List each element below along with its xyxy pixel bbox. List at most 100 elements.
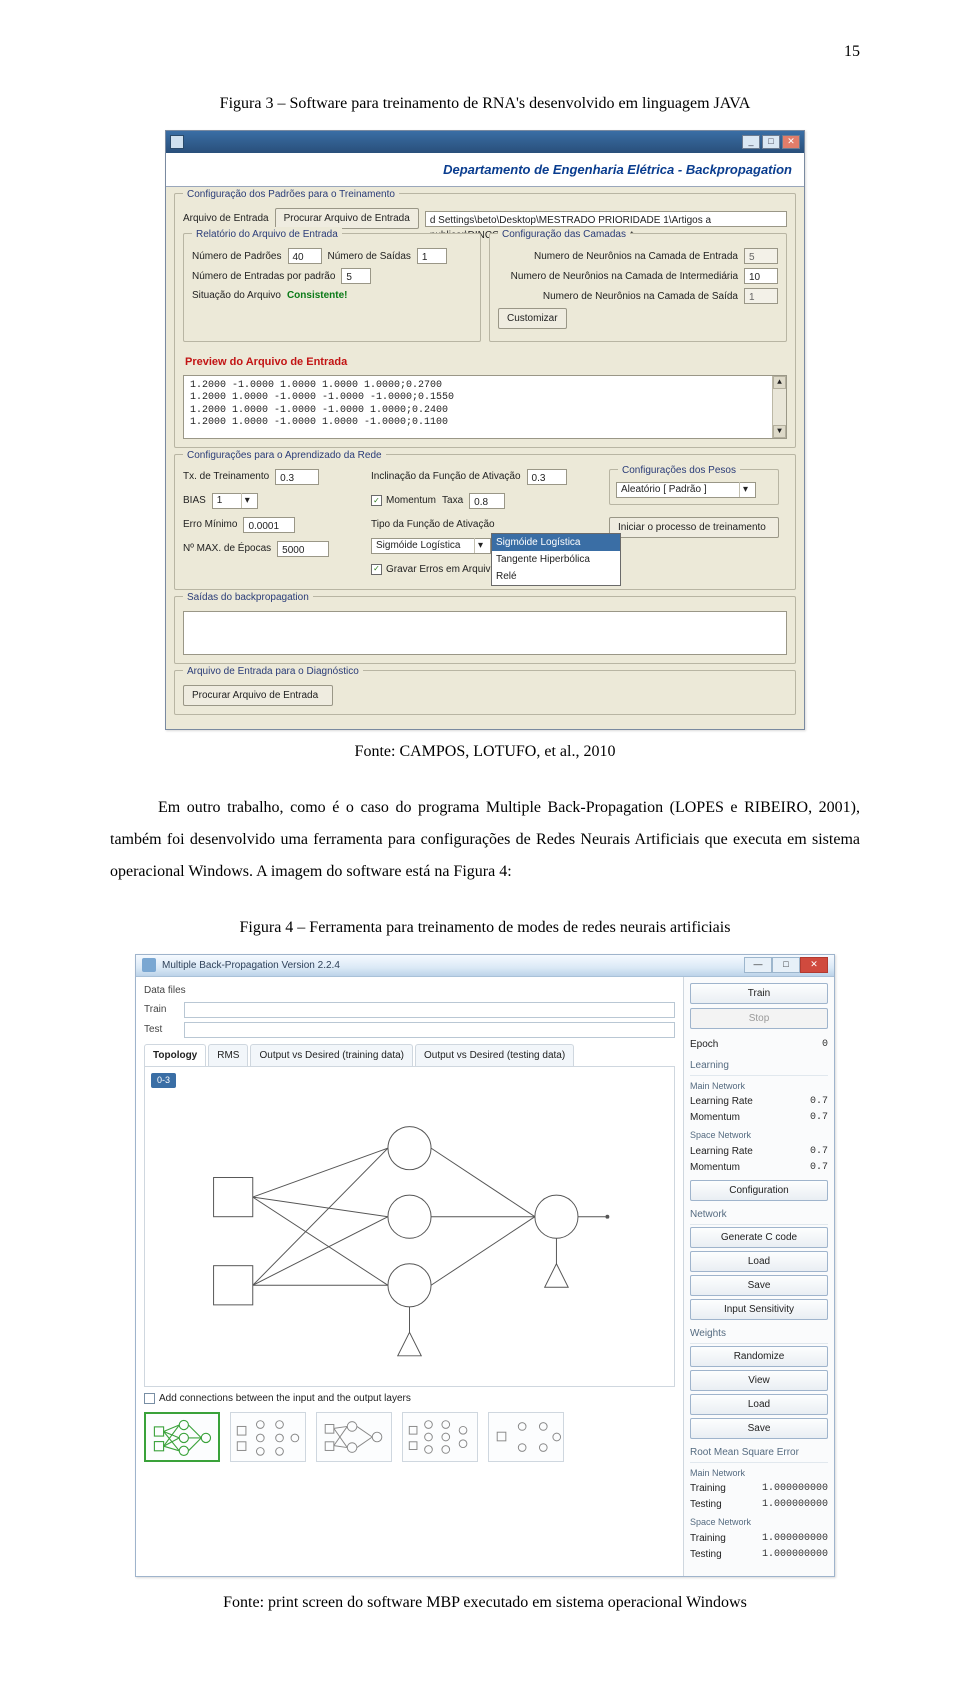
load-button[interactable]: Load — [690, 1251, 828, 1272]
scroll-up-icon[interactable]: ▲ — [773, 376, 786, 389]
checkbox-momentum[interactable]: ✓Momentum — [371, 493, 436, 508]
maximize-button[interactable]: □ — [762, 135, 780, 149]
group-camadas-legend: Configuração das Camadas — [498, 227, 630, 242]
label-add-connections: Add connections between the input and th… — [159, 1391, 411, 1406]
label-inclinacao: Inclinação da Função de Ativação — [371, 469, 521, 484]
input-taxa[interactable]: 0.8 — [469, 493, 505, 509]
preview-title: Preview do Arquivo de Entrada — [185, 354, 787, 371]
topology-canvas[interactable]: 0-3 — [144, 1067, 675, 1387]
sensitivity-button[interactable]: Input Sensitivity — [690, 1299, 828, 1320]
java-backprop-app: _ □ ✕ Departamento de Engenharia Elétric… — [165, 130, 805, 730]
label-gravar-erros: Gravar Erros em Arquivo — [386, 562, 496, 577]
label-momentum: Momentum — [386, 493, 436, 508]
value-lr-space: 0.7 — [810, 1144, 828, 1159]
value-neu-saida: 1 — [744, 288, 778, 304]
tabs: Topology RMS Output vs Desired (training… — [144, 1044, 675, 1067]
value-num-padroes: 40 — [288, 248, 322, 264]
topology-thumb[interactable] — [316, 1412, 392, 1462]
input-test-file[interactable] — [184, 1022, 675, 1038]
minimize-button[interactable]: _ — [742, 135, 760, 149]
input-tx-trein[interactable]: 0.3 — [275, 469, 319, 485]
rms-main-label: Main Network — [690, 1467, 828, 1481]
stop-button[interactable]: Stop — [690, 1008, 828, 1029]
sub-main-network: Main Network — [690, 1080, 828, 1094]
app-icon — [170, 135, 184, 149]
value-num-saidas: 1 — [417, 248, 447, 264]
topology-thumbnails — [144, 1412, 675, 1462]
minimize-button[interactable]: — — [744, 957, 772, 973]
chevron-down-icon: ▾ — [474, 538, 486, 553]
label-training: Training — [690, 1531, 726, 1546]
close-button[interactable]: ✕ — [782, 135, 800, 149]
topology-thumb[interactable] — [230, 1412, 306, 1462]
save-weights-button[interactable]: Save — [690, 1418, 828, 1439]
rms-test-main: 1.000000000 — [762, 1497, 828, 1512]
label-arquivo-entrada: Arquivo de Entrada — [183, 211, 269, 226]
input-file-path[interactable]: d Settings\beto\Desktop\MESTRADO PRIORID… — [425, 211, 787, 227]
tab-rms[interactable]: RMS — [208, 1044, 248, 1066]
train-button[interactable]: Train — [690, 983, 828, 1004]
topology-thumb[interactable] — [488, 1412, 564, 1462]
input-inclinacao[interactable]: 0.3 — [527, 469, 567, 485]
value-lr-main: 0.7 — [810, 1094, 828, 1109]
value-neu-entrada: 5 — [744, 248, 778, 264]
select-pesos[interactable]: Aleatório [ Padrão ]▾ — [616, 482, 756, 498]
label-testing: Testing — [690, 1497, 722, 1512]
tab-out-train[interactable]: Output vs Desired (training data) — [250, 1044, 413, 1066]
input-train-file[interactable] — [184, 1002, 675, 1018]
section-weights: Weights — [690, 1326, 828, 1344]
genc-button[interactable]: Generate C code — [690, 1227, 828, 1248]
tab-topology[interactable]: Topology — [144, 1044, 206, 1066]
configuration-button[interactable]: Configuration — [690, 1180, 828, 1201]
input-max-epocas[interactable]: 5000 — [277, 541, 329, 557]
group-saidas-legend: Saídas do backpropagation — [183, 590, 313, 605]
figure4-source: Fonte: print screen do software MBP exec… — [110, 1591, 860, 1615]
load-weights-button[interactable]: Load — [690, 1394, 828, 1415]
browse-input-button[interactable]: Procurar Arquivo de Entrada — [275, 208, 419, 229]
group-aprendizado-legend: Configurações para o Aprendizado da Rede — [183, 448, 386, 463]
view-weights-button[interactable]: View — [690, 1370, 828, 1391]
group-saidas: Saídas do backpropagation — [174, 596, 796, 664]
label-entradas-padrao: Número de Entradas por padrão — [192, 269, 335, 284]
start-training-button[interactable]: Iniciar o processo de treinamento — [609, 517, 779, 538]
preview-textarea[interactable]: 1.2000 -1.0000 1.0000 1.0000 1.0000;0.27… — [183, 375, 787, 439]
dropdown-option[interactable]: Tangente Hiperbólica — [492, 551, 620, 568]
tab-out-test[interactable]: Output vs Desired (testing data) — [415, 1044, 574, 1066]
figure3-source: Fonte: CAMPOS, LOTUFO, et al., 2010 — [110, 740, 860, 764]
value-situacao: Consistente! — [287, 288, 348, 303]
label-lr: Learning Rate — [690, 1144, 753, 1159]
preview-line: 1.2000 1.0000 -1.0000 1.0000 -1.0000;0.1… — [190, 417, 780, 430]
label-train: Train — [144, 1002, 178, 1017]
figure4-caption: Figura 4 – Ferramenta para treinamento d… — [110, 916, 860, 940]
scroll-down-icon[interactable]: ▼ — [773, 425, 786, 438]
checkbox-gravar-erros[interactable]: ✓Gravar Erros em Arquivo — [371, 562, 496, 577]
group-relatorio-legend: Relatório do Arquivo de Entrada — [192, 227, 342, 242]
rms-train-main: 1.000000000 — [762, 1481, 828, 1496]
label-datafiles: Data files — [144, 983, 186, 998]
maximize-button[interactable]: □ — [772, 957, 800, 973]
close-button[interactable]: ✕ — [800, 957, 828, 973]
dropdown-option[interactable]: Relé — [492, 568, 620, 585]
value-neu-inter[interactable]: 10 — [744, 268, 778, 284]
value-mom-main: 0.7 — [810, 1110, 828, 1125]
input-erro-min[interactable]: 0.0001 — [243, 517, 295, 533]
window-titlebar: Multiple Back-Propagation Version 2.2.4 … — [136, 955, 834, 977]
select-func-ativacao[interactable]: Sigmóide Logística▾ — [371, 538, 491, 554]
label-num-saidas: Número de Saídas — [328, 249, 411, 264]
save-button[interactable]: Save — [690, 1275, 828, 1296]
label-epoch: Epoch — [690, 1037, 718, 1052]
label-neu-inter: Numero de Neurônios na Camada de Interme… — [511, 269, 738, 284]
output-textarea[interactable] — [183, 611, 787, 655]
topology-thumb[interactable] — [402, 1412, 478, 1462]
label-taxa: Taxa — [442, 493, 463, 508]
checkbox-add-connections[interactable]: Add connections between the input and th… — [144, 1391, 675, 1406]
dropdown-option[interactable]: Sigmóide Logística — [492, 534, 620, 551]
select-bias[interactable]: 1▾ — [212, 493, 258, 509]
randomize-button[interactable]: Randomize — [690, 1346, 828, 1367]
group-padroes: Configuração dos Padrões para o Treiname… — [174, 193, 796, 448]
preview-scrollbar[interactable]: ▲ ▼ — [772, 376, 786, 438]
topology-thumb[interactable] — [144, 1412, 220, 1462]
dropdown-func-list[interactable]: Sigmóide Logística Tangente Hiperbólica … — [491, 533, 621, 586]
browse-diag-button[interactable]: Procurar Arquivo de Entrada — [183, 685, 333, 706]
customize-button[interactable]: Customizar — [498, 308, 567, 329]
